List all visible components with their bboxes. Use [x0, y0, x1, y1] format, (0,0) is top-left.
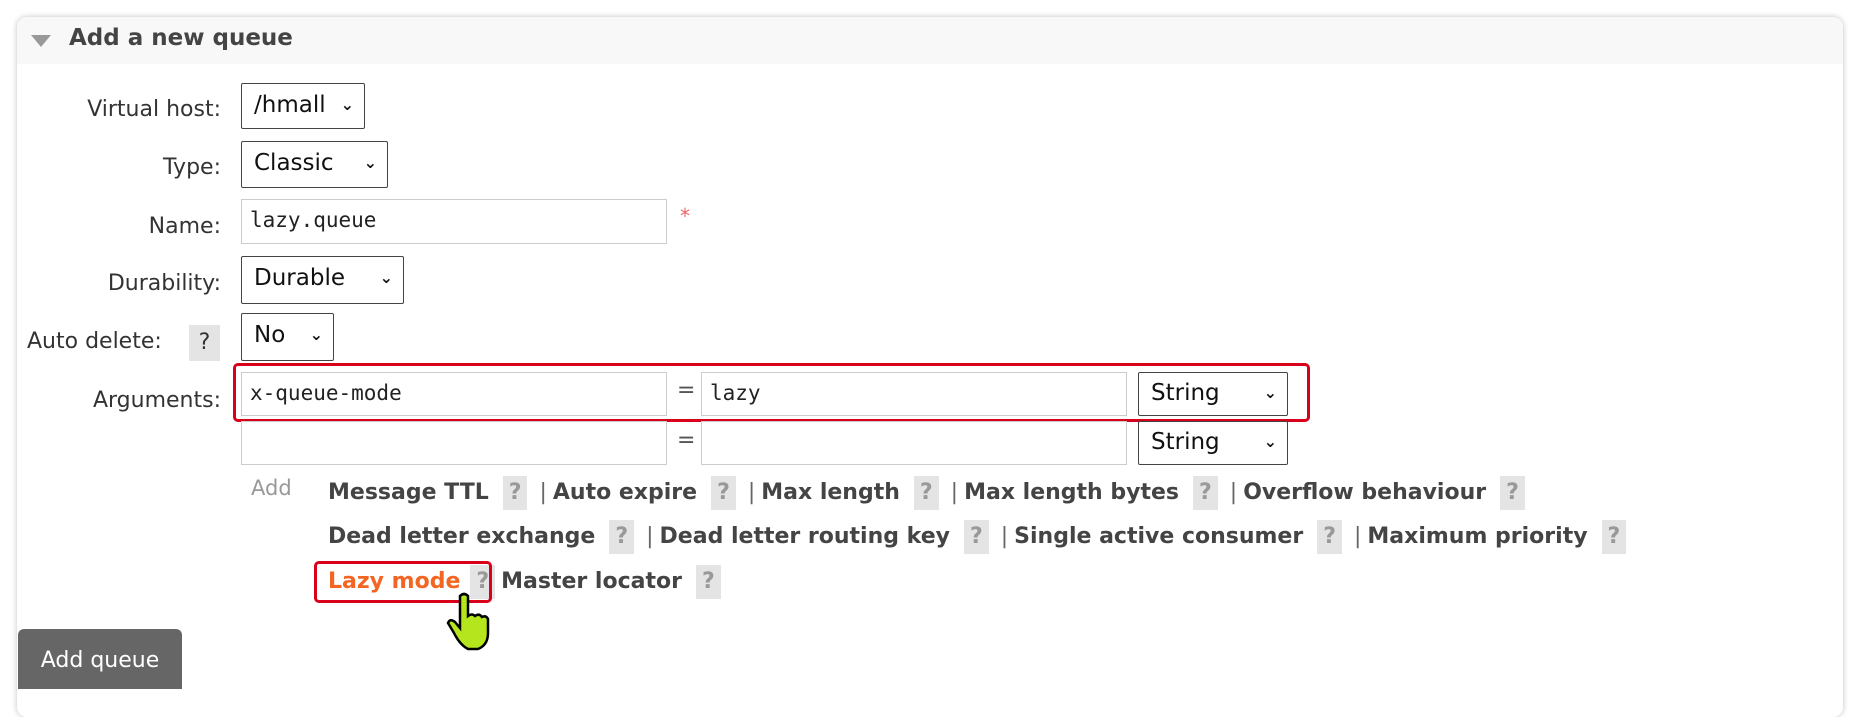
chevron-down-icon: ⌄	[379, 268, 393, 287]
argument-type-value: String	[1151, 429, 1220, 455]
durability-value: Durable	[254, 265, 345, 291]
argument-key-input-2[interactable]	[241, 421, 667, 465]
hand-cursor-icon	[446, 592, 490, 651]
help-icon[interactable]: ?	[913, 476, 939, 510]
argument-type-select-2[interactable]: String ⌄	[1138, 421, 1288, 465]
help-icon[interactable]: ?	[502, 476, 528, 510]
auto-delete-help[interactable]: ?	[189, 325, 220, 361]
link-separator: |	[646, 524, 654, 549]
add-queue-button[interactable]: Add queue	[18, 629, 182, 689]
section-header[interactable]: Add a new queue	[17, 17, 1843, 64]
type-select[interactable]: Classic ⌄	[241, 141, 388, 188]
chevron-down-icon: ⌄	[309, 325, 323, 344]
collapse-triangle-icon[interactable]	[31, 35, 51, 47]
arg-link-master-locator[interactable]: Master locator	[501, 569, 682, 594]
name-label: Name:	[148, 214, 221, 239]
auto-delete-value: No	[254, 322, 286, 348]
arg-links-row-2: Dead letter exchange? | Dead letter routin…	[328, 520, 1632, 554]
chevron-down-icon: ⌄	[1263, 432, 1277, 451]
link-separator: |	[1353, 524, 1362, 549]
arg-link-maximum-priority[interactable]: Maximum priority	[1367, 524, 1587, 549]
link-separator: |	[1229, 480, 1238, 505]
arg-links-row-1: Message TTL? | Auto expire? | Max length? | Ma…	[328, 476, 1531, 510]
required-asterisk: *	[680, 204, 690, 228]
link-separator: |	[539, 480, 547, 505]
help-icon[interactable]: ?	[1193, 476, 1218, 510]
argument-value-input-2[interactable]	[701, 421, 1127, 465]
arg-link-message-ttl[interactable]: Message TTL	[328, 480, 489, 505]
arg-link-dead-letter-routing-key[interactable]: Dead letter routing key	[660, 524, 950, 549]
arg-link-max-length[interactable]: Max length	[761, 480, 900, 505]
arg-link-single-active-consumer[interactable]: Single active consumer	[1014, 524, 1303, 549]
arguments-label: Arguments:	[92, 388, 221, 413]
equals-sign: =	[677, 428, 696, 453]
auto-delete-select[interactable]: No ⌄	[241, 313, 334, 361]
virtual-host-select[interactable]: /hmall ⌄	[241, 83, 365, 129]
help-icon[interactable]: ?	[1500, 476, 1525, 510]
help-icon[interactable]: ?	[1601, 520, 1627, 554]
chevron-down-icon: ⌄	[363, 153, 377, 172]
arg-link-dead-letter-exchange[interactable]: Dead letter exchange	[328, 524, 595, 549]
help-icon[interactable]: ?	[695, 565, 721, 599]
link-separator: |	[747, 480, 756, 505]
chevron-down-icon: ⌄	[340, 95, 354, 114]
type-value: Classic	[254, 150, 334, 176]
highlight-box-arguments	[233, 363, 1310, 422]
virtual-host-value: /hmall	[254, 92, 326, 118]
arg-link-auto-expire[interactable]: Auto expire	[553, 480, 697, 505]
type-label: Type:	[163, 155, 221, 180]
durability-select[interactable]: Durable ⌄	[241, 256, 404, 304]
auto-delete-label: Auto delete:	[27, 329, 162, 354]
arg-link-max-length-bytes[interactable]: Max length bytes	[964, 480, 1179, 505]
virtual-host-label: Virtual host:	[87, 97, 221, 122]
section-title: Add a new queue	[69, 25, 293, 51]
durability-label: Durability:	[107, 271, 221, 296]
help-icon[interactable]: ?	[609, 520, 635, 554]
help-icon[interactable]: ?	[963, 520, 989, 554]
help-icon[interactable]: ?	[1317, 520, 1342, 554]
arg-link-overflow-behaviour[interactable]: Overflow behaviour	[1243, 480, 1486, 505]
name-input[interactable]: lazy.queue	[241, 199, 667, 244]
link-separator: |	[950, 480, 959, 505]
help-icon[interactable]: ?	[711, 476, 736, 510]
link-separator: |	[1000, 524, 1009, 549]
add-label: Add	[251, 476, 292, 500]
